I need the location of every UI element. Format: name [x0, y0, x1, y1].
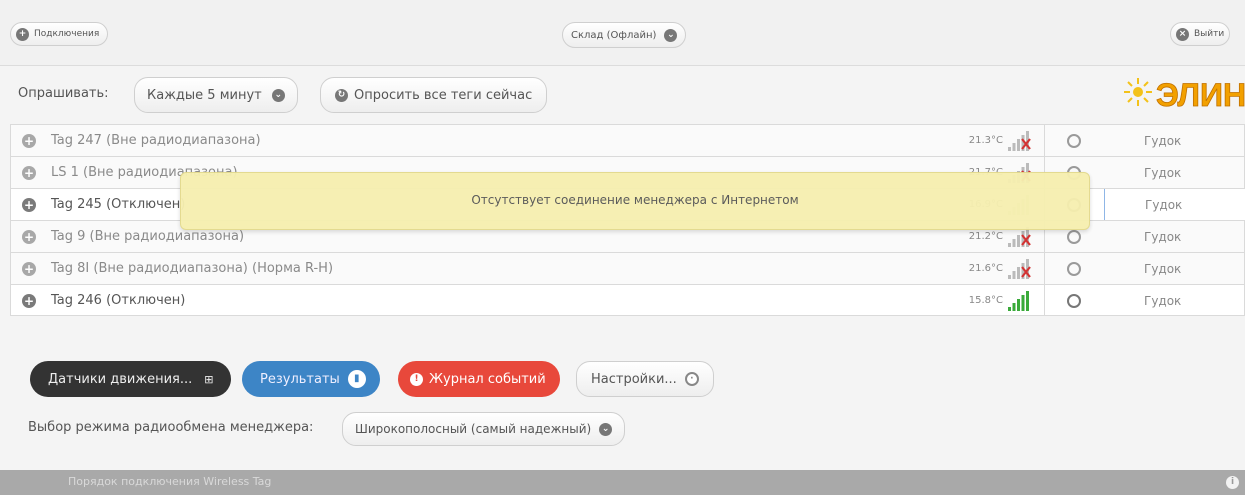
tag-temperature: 21.6°C	[968, 263, 1003, 274]
poll-bar: Опрашивать: Каждые 5 минут ⌄ ↻ Опросить …	[0, 66, 1245, 124]
expand-plus-icon[interactable]: +	[22, 166, 36, 180]
signal-strength-icon	[1008, 291, 1029, 311]
tag-temperature: 21.3°C	[968, 135, 1003, 146]
refresh-icon: ↻	[335, 88, 348, 102]
tag-row[interactable]: + Tag 246 (Отключен) 15.8°C Гудок	[10, 284, 1245, 316]
results-label: Результаты	[260, 371, 340, 387]
tag-temperature: 15.8°C	[968, 295, 1003, 306]
beep-icon[interactable]	[1067, 134, 1081, 148]
beep-button[interactable]: Гудок	[1104, 125, 1245, 156]
motion-sensors-button[interactable]: Датчики движения... ⊞	[30, 361, 232, 397]
exit-label: Выйти	[1194, 29, 1225, 39]
connection-notice: Отсутствует соединение менеджера с Интер…	[180, 172, 1090, 230]
expand-plus-icon[interactable]: +	[22, 262, 36, 276]
row-divider	[1044, 285, 1045, 316]
poll-all-button[interactable]: ↻ Опросить все теги сейчас	[320, 77, 548, 113]
settings-button[interactable]: Настройки... ·	[576, 361, 714, 397]
sun-icon	[1124, 78, 1152, 106]
close-circle-icon: ×	[1176, 27, 1189, 41]
footer-bar: Порядок подключения Wireless Tag i	[0, 470, 1245, 495]
tag-name[interactable]: Tag 9 (Вне радиодиапазона)	[51, 229, 244, 244]
tag-row[interactable]: + Tag 247 (Вне радиодиапазона) 21.3°C Гудок	[10, 124, 1245, 156]
tag-name[interactable]: Tag 245 (Отключен)	[51, 197, 185, 212]
gear-icon: ·	[684, 372, 699, 386]
plus-circle-icon: +	[16, 27, 29, 41]
elin-logo: ЭЛИН	[1122, 74, 1245, 114]
manager-select-button[interactable]: Склад (Офлайн) ⌄	[562, 22, 687, 48]
beep-button[interactable]: Гудок	[1104, 189, 1245, 220]
expand-plus-icon[interactable]: +	[22, 134, 36, 148]
signal-strength-icon	[1008, 131, 1031, 151]
radio-mode-label: Выбор режима радиообмена менеджера:	[28, 420, 314, 435]
beep-icon[interactable]	[1067, 294, 1081, 308]
beep-icon[interactable]	[1067, 230, 1081, 244]
radio-mode-value: Широкополосный (самый надежный)	[355, 422, 592, 436]
poll-interval-value: Каждые 5 минут	[147, 87, 262, 103]
tag-name[interactable]: Tag 247 (Вне радиодиапазона)	[51, 133, 261, 148]
event-journal-label: Журнал событий	[429, 371, 546, 387]
motion-sensors-label: Датчики движения...	[48, 371, 193, 387]
signal-strength-icon	[1008, 259, 1031, 279]
connections-button[interactable]: + Подключения	[10, 22, 109, 46]
radio-mode-select[interactable]: Широкополосный (самый надежный) ⌄	[342, 412, 626, 446]
results-button[interactable]: Результаты ▮	[242, 361, 380, 397]
poll-interval-select[interactable]: Каждые 5 минут ⌄	[134, 77, 298, 113]
warning-icon: !	[410, 372, 423, 386]
poll-all-label: Опросить все теги сейчас	[354, 87, 533, 103]
beep-button[interactable]: Гудок	[1104, 157, 1245, 188]
top-bar: + Подключения Склад (Офлайн) ⌄ × Выйти	[0, 0, 1245, 66]
grid-icon: ⊞	[204, 372, 214, 386]
expand-plus-icon[interactable]: +	[22, 230, 36, 244]
row-divider	[1044, 253, 1045, 284]
exit-button[interactable]: × Выйти	[1170, 22, 1231, 46]
row-divider	[1044, 125, 1045, 156]
settings-label: Настройки...	[591, 371, 677, 387]
connections-label: Подключения	[34, 29, 100, 39]
expand-plus-icon[interactable]: +	[22, 294, 36, 308]
chevron-down-icon: ⌄	[271, 88, 285, 102]
beep-icon[interactable]	[1067, 262, 1081, 276]
radio-mode-row: Выбор режима радиообмена менеджера: Широ…	[0, 408, 1245, 448]
beep-button[interactable]: Гудок	[1104, 221, 1245, 252]
action-bar: Датчики движения... ⊞ Результаты ▮ ! Жур…	[0, 356, 1245, 400]
chevron-down-icon: ⌄	[664, 28, 678, 42]
tag-name[interactable]: Tag 246 (Отключен)	[51, 293, 185, 308]
footer-link[interactable]: Порядок подключения Wireless Tag	[68, 475, 271, 488]
beep-button[interactable]: Гудок	[1104, 253, 1245, 284]
event-journal-button[interactable]: ! Журнал событий	[398, 361, 560, 397]
poll-label: Опрашивать:	[18, 86, 109, 101]
manager-label: Склад (Офлайн)	[571, 29, 657, 41]
info-icon[interactable]: i	[1226, 476, 1239, 489]
expand-plus-icon[interactable]: +	[22, 198, 36, 212]
beep-button[interactable]: Гудок	[1104, 285, 1245, 316]
tag-name[interactable]: Tag 8I (Вне радиодиапазона) (Норма R-H)	[51, 261, 333, 276]
chart-icon: ▮	[347, 370, 366, 388]
chevron-down-icon: ⌄	[599, 422, 613, 436]
tag-row[interactable]: + Tag 8I (Вне радиодиапазона) (Норма R-H)…	[10, 252, 1245, 284]
tag-temperature: 21.2°C	[968, 231, 1003, 242]
logo-text: ЭЛИН	[1156, 77, 1245, 113]
